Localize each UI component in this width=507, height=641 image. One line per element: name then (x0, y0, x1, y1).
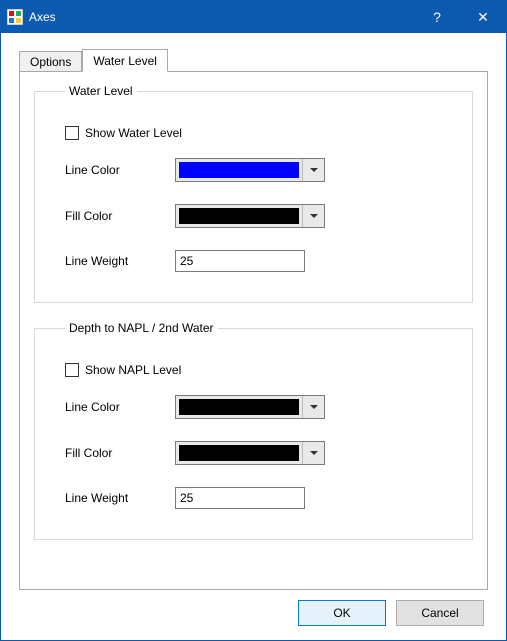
tab-options[interactable]: Options (19, 51, 82, 72)
water-line-color-label: Line Color (65, 163, 175, 177)
show-napl-level-label: Show NAPL Level (85, 363, 181, 377)
app-icon (7, 9, 23, 25)
checkbox-icon (65, 126, 79, 140)
tab-water-level[interactable]: Water Level (82, 49, 168, 72)
water-fill-color-swatch (179, 208, 299, 224)
group-water-level-legend: Water Level (65, 84, 137, 98)
chevron-down-icon (302, 442, 324, 464)
checkbox-icon (65, 363, 79, 377)
cancel-button[interactable]: Cancel (396, 600, 484, 626)
napl-fill-color-swatch (179, 445, 299, 461)
water-fill-color-picker[interactable] (175, 204, 325, 228)
group-napl-legend: Depth to NAPL / 2nd Water (65, 321, 218, 335)
tabpanel-water-level: Water Level Show Water Level Line Color (19, 71, 488, 590)
napl-line-color-picker[interactable] (175, 395, 325, 419)
chevron-down-icon (302, 396, 324, 418)
water-line-color-picker[interactable] (175, 158, 325, 182)
close-button[interactable]: ✕ (460, 1, 506, 33)
show-water-level-checkbox[interactable]: Show Water Level (65, 126, 182, 140)
close-icon: ✕ (477, 9, 489, 26)
show-water-level-label: Show Water Level (85, 126, 182, 140)
group-water-level: Water Level Show Water Level Line Color (34, 84, 473, 303)
napl-line-color-label: Line Color (65, 400, 175, 414)
water-line-color-swatch (179, 162, 299, 178)
napl-line-weight-input[interactable] (175, 487, 305, 509)
water-line-weight-input[interactable] (175, 250, 305, 272)
napl-fill-color-picker[interactable] (175, 441, 325, 465)
button-bar: OK Cancel (19, 590, 488, 626)
chevron-down-icon (302, 205, 324, 227)
show-napl-level-checkbox[interactable]: Show NAPL Level (65, 363, 181, 377)
water-line-weight-label: Line Weight (65, 254, 175, 268)
napl-line-color-swatch (179, 399, 299, 415)
ok-button[interactable]: OK (298, 600, 386, 626)
group-napl: Depth to NAPL / 2nd Water Show NAPL Leve… (34, 321, 473, 540)
help-icon: ? (433, 9, 441, 25)
napl-line-weight-label: Line Weight (65, 491, 175, 505)
chevron-down-icon (302, 159, 324, 181)
titlebar: Axes ? ✕ (1, 1, 506, 33)
axes-dialog: Axes ? ✕ Options Water Level Water Level… (0, 0, 507, 641)
tabstrip: Options Water Level (19, 47, 488, 71)
help-button[interactable]: ? (414, 1, 460, 33)
window-title: Axes (29, 10, 56, 24)
napl-fill-color-label: Fill Color (65, 446, 175, 460)
client-area: Options Water Level Water Level Show Wat… (1, 33, 506, 640)
water-fill-color-label: Fill Color (65, 209, 175, 223)
